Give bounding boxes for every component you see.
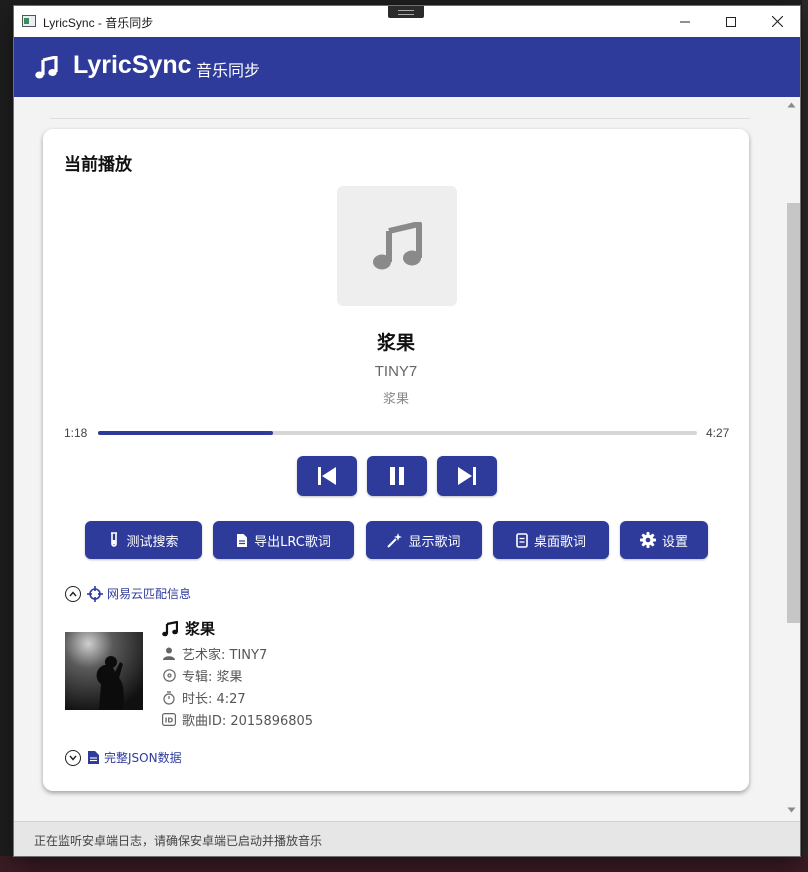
song-album: 浆果 [382,392,409,407]
background-editor-right-edge [802,0,808,872]
snap-handle[interactable] [388,6,424,18]
app-header: LyricSync 音乐同步 [14,37,800,97]
status-bar: 正在监听安卓端日志，请确保安卓端已启动并播放音乐 [14,821,800,856]
json-data-label: 完整JSON数据 [104,751,182,765]
total-time: 4:27 [706,426,730,440]
matched-artist-line: 艺术家: TINY7 [162,644,267,663]
json-data-toggle[interactable]: 完整JSON数据 [65,749,182,766]
id-badge-icon: ID [162,713,176,727]
maximize-icon [726,16,736,27]
crosshair-icon [87,585,103,602]
app-window: LyricSync - 音乐同步 LyricSync 音乐同步 当前播放 浆果 … [14,6,800,856]
next-button[interactable] [437,456,497,496]
matched-id-line: ID 歌曲ID: 2015896805 [162,710,313,729]
person-icon [162,647,176,661]
matched-duration-text: 时长: 4:27 [182,692,246,707]
disc-icon [162,669,176,683]
music-note-icon [162,620,178,636]
album-art-placeholder [337,186,457,306]
desktop-lyrics-label: 桌面歌词 [533,534,586,550]
matched-song-name: 浆果 [185,620,216,638]
skip-next-icon [458,467,476,485]
title-bar[interactable]: LyricSync - 音乐同步 [14,6,800,37]
svg-text:ID: ID [165,717,174,725]
settings-button[interactable]: 设置 [620,521,708,559]
pause-button[interactable] [367,456,427,496]
now-playing-card: 当前播放 浆果 TINY7 浆果 1:18 4:27 测试搜索 导出LRC歌词 … [43,129,749,791]
progress-fill [98,431,273,435]
desktop-lyrics-button[interactable]: 桌面歌词 [493,521,609,559]
netease-match-label: 网易云匹配信息 [107,587,192,601]
current-time: 1:18 [64,426,88,440]
file-icon [237,533,248,547]
matched-album-text: 专辑: 浆果 [182,670,243,685]
section-title: 当前播放 [64,155,132,175]
file-icon [88,751,99,764]
test-search-button[interactable]: 测试搜索 [85,521,202,559]
scroll-down-arrow-icon[interactable] [787,807,796,813]
scrollbar-thumb[interactable] [787,203,800,623]
magic-wand-icon [387,532,403,548]
close-button[interactable] [754,6,800,37]
app-subtitle: 音乐同步 [196,61,261,80]
minimize-button[interactable] [662,6,708,37]
background-editor-strip [0,0,14,872]
background-taskbar-strip [0,856,808,872]
matched-song-title: 浆果 [162,618,215,639]
gear-icon [639,532,656,548]
test-search-label: 测试搜索 [126,534,179,550]
show-lyrics-label: 显示歌词 [408,534,461,550]
settings-label: 设置 [661,534,688,550]
export-lrc-label: 导出LRC歌词 [254,534,331,550]
app-window-icon [22,15,36,27]
previous-button[interactable] [297,456,357,496]
music-note-icon [373,222,422,270]
matched-duration-line: 时长: 4:27 [162,688,246,707]
vertical-scrollbar[interactable] [782,97,800,821]
maximize-button[interactable] [708,6,754,37]
export-lrc-button[interactable]: 导出LRC歌词 [213,521,354,559]
divider [50,118,750,119]
matched-artist-text: 艺术家: TINY7 [182,648,268,663]
minimize-icon [680,21,690,22]
matched-album-line: 专辑: 浆果 [162,666,243,685]
pause-icon [390,467,404,485]
status-text: 正在监听安卓端日志，请确保安卓端已启动并播放音乐 [34,834,323,848]
matched-id-text: 歌曲ID: 2015896805 [182,714,314,729]
song-artist: TINY7 [374,363,418,380]
main-content: 当前播放 浆果 TINY7 浆果 1:18 4:27 测试搜索 导出LRC歌词 … [14,97,800,821]
progress-bar[interactable] [98,431,697,435]
skip-previous-icon [318,467,336,485]
scroll-up-arrow-icon[interactable] [787,102,796,108]
test-tube-icon [111,532,118,547]
music-note-icon [35,56,58,79]
app-title: LyricSync [73,51,192,79]
chevron-up-icon [65,585,81,602]
close-icon [771,16,783,27]
chevron-down-icon [65,749,81,766]
netease-match-toggle[interactable]: 网易云匹配信息 [65,585,191,602]
song-title: 浆果 [376,332,415,354]
notebook-icon [516,532,528,548]
window-title: LyricSync - 音乐同步 [43,16,154,30]
show-lyrics-button[interactable]: 显示歌词 [366,521,482,559]
stopwatch-icon [162,690,176,705]
album-cover-image [65,632,143,710]
